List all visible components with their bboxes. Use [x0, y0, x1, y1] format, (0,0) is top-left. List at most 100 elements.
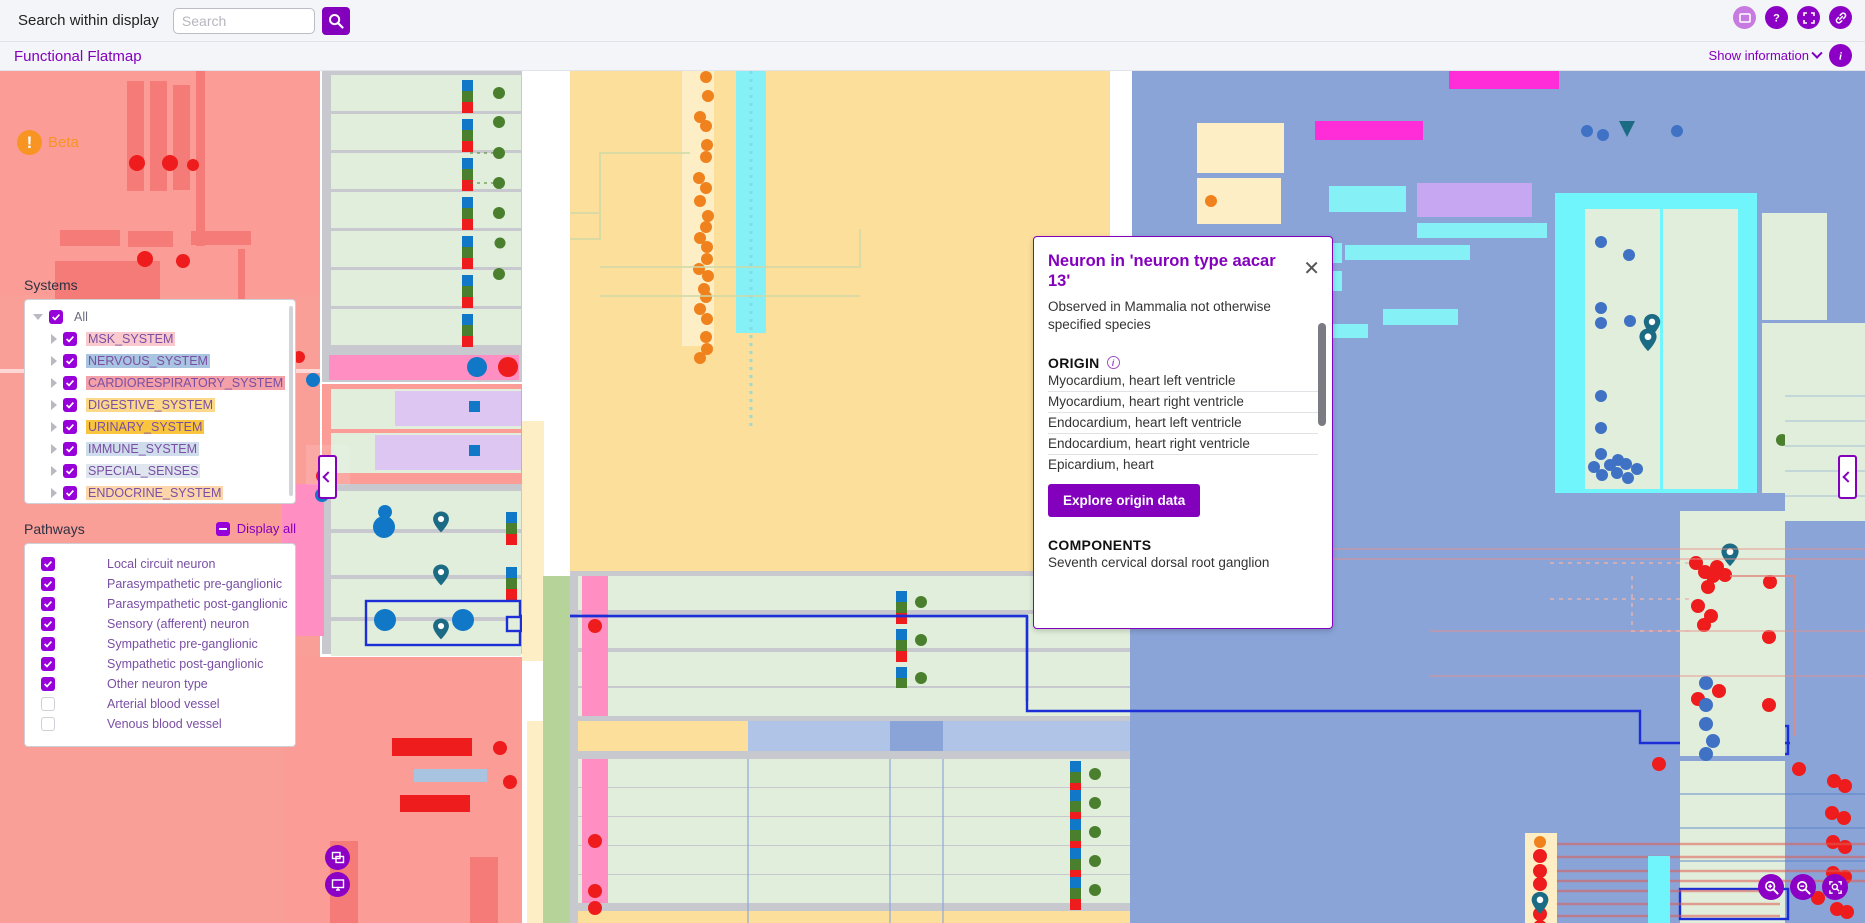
pathway-item[interactable]: Sympathetic pre-ganglionic	[25, 634, 295, 654]
search-submit-button[interactable]	[321, 6, 350, 35]
zoom-out-button[interactable]	[1790, 874, 1816, 900]
display-all-toggle[interactable]: Display all	[215, 521, 296, 536]
checkbox-system[interactable]	[63, 420, 77, 434]
chevron-right-icon[interactable]	[51, 422, 57, 432]
pathway-item[interactable]: Sympathetic post-ganglionic	[25, 654, 295, 674]
checkbox-system[interactable]	[63, 354, 77, 368]
components-heading: COMPONENTS	[1048, 536, 1152, 553]
systems-scrollbar[interactable]	[289, 306, 293, 496]
neuron-info-popup[interactable]: Neuron in 'neuron type aacar 13' ✕ Obser…	[1033, 236, 1333, 629]
pathway-item[interactable]: Sensory (afferent) neuron	[25, 614, 295, 634]
minimap-button[interactable]	[325, 872, 350, 897]
pathway-item[interactable]: Local circuit neuron	[25, 554, 295, 574]
pathway-label: Parasympathetic pre-ganglionic	[107, 577, 283, 591]
checkbox-system[interactable]	[63, 332, 77, 346]
flatmap-app: Search within display ?	[0, 0, 1865, 923]
systems-item[interactable]: ENDOCRINE_SYSTEM	[25, 482, 295, 503]
checkbox-pathway[interactable]	[41, 677, 55, 691]
chevron-right-icon[interactable]	[51, 488, 57, 498]
checkbox-system[interactable]	[63, 464, 77, 478]
chevron-down-icon[interactable]	[33, 314, 43, 320]
systems-item[interactable]: CARDIORESPIRATORY_SYSTEM	[25, 372, 295, 394]
collapse-left-panel-handle[interactable]	[318, 455, 337, 499]
systems-item-list: MSK_SYSTEM NERVOUS_SYSTEM CARDIORESPIRATOR…	[25, 328, 295, 503]
chevron-right-icon[interactable]	[51, 400, 57, 410]
systems-item-label: NERVOUS_SYSTEM	[86, 354, 210, 368]
display-all-label: Display all	[236, 521, 296, 536]
component-item: Seventh cervical dorsal root ganglion	[1048, 554, 1270, 570]
systems-tree[interactable]: All MSK_SYSTEM NERVOUS_SYSTEM CARDIORESPIR…	[24, 299, 296, 504]
checkbox-pathway[interactable]	[41, 597, 55, 611]
pathway-item[interactable]: Parasympathetic post-ganglionic	[25, 594, 295, 614]
checkbox-pathway[interactable]	[41, 657, 55, 671]
pathway-label: Other neuron type	[107, 677, 208, 691]
fit-to-view-button[interactable]	[1822, 874, 1848, 900]
systems-item-label: DIGESTIVE_SYSTEM	[86, 398, 216, 412]
layers-button[interactable]	[325, 845, 350, 870]
chevron-right-icon[interactable]	[51, 378, 57, 388]
origin-item: Myocardium, heart right ventricle	[1048, 392, 1318, 413]
pathway-item[interactable]: Venous blood vessel	[25, 714, 295, 734]
info-icon[interactable]: i	[1829, 44, 1852, 67]
svg-text:?: ?	[1773, 12, 1780, 24]
link-icon[interactable]	[1829, 6, 1852, 29]
checkbox-system[interactable]	[63, 486, 77, 500]
origin-info-icon[interactable]: i	[1106, 356, 1120, 370]
chevron-left-icon	[1841, 471, 1854, 483]
origin-item: Epicardium, heart	[1048, 456, 1154, 472]
checkbox-all[interactable]	[49, 310, 63, 324]
checkbox-pathway[interactable]	[41, 697, 55, 711]
chevron-right-icon[interactable]	[51, 466, 57, 476]
chevron-left-icon	[321, 471, 334, 483]
systems-tree-root[interactable]: All	[25, 306, 295, 328]
systems-item[interactable]: MSK_SYSTEM	[25, 328, 295, 350]
checkbox-pathway[interactable]	[41, 557, 55, 571]
popup-scrollbar[interactable]	[1318, 323, 1326, 426]
checkbox-pathway[interactable]	[41, 617, 55, 631]
chevron-down-icon	[1811, 47, 1823, 59]
systems-item-label: CARDIORESPIRATORY_SYSTEM	[86, 376, 286, 390]
systems-item[interactable]: URINARY_SYSTEM	[25, 416, 295, 438]
help-icon[interactable]: ?	[1765, 6, 1788, 29]
flatmap-title-bar: Functional Flatmap Show information i	[0, 42, 1865, 71]
chevron-right-icon[interactable]	[51, 334, 57, 344]
search-input[interactable]	[172, 7, 315, 34]
checkbox-system[interactable]	[63, 376, 77, 390]
minimap-icon	[331, 878, 344, 891]
checkbox-display-all[interactable]	[215, 521, 230, 536]
pathway-label: Sensory (afferent) neuron	[107, 617, 250, 631]
pathway-label: Sympathetic post-ganglionic	[107, 657, 264, 671]
pathways-legend[interactable]: Local circuit neuron Parasympathetic pre-…	[24, 543, 296, 747]
search-bar: Search within display ?	[0, 0, 1865, 42]
checkbox-pathway[interactable]	[41, 637, 55, 651]
systems-item[interactable]: SPECIAL_SENSES	[25, 460, 295, 482]
show-information-toggle[interactable]: Show information	[1709, 47, 1823, 63]
fit-to-view-icon	[1828, 880, 1842, 894]
pathway-item[interactable]: Other neuron type	[25, 674, 295, 694]
checkbox-system[interactable]	[63, 398, 77, 412]
systems-item[interactable]: IMMUNE_SYSTEM	[25, 438, 295, 460]
search-icon	[328, 13, 344, 29]
pathway-item[interactable]: Arterial blood vessel	[25, 694, 295, 714]
explore-origin-data-button[interactable]: Explore origin data	[1048, 483, 1201, 517]
display-icon[interactable]	[1733, 6, 1756, 29]
checkbox-system[interactable]	[63, 442, 77, 456]
collapse-right-panel-handle[interactable]	[1838, 455, 1857, 499]
zoom-in-button[interactable]	[1758, 874, 1784, 900]
zoom-in-icon	[1764, 880, 1779, 895]
systems-item-label: ENDOCRINE_SYSTEM	[86, 486, 224, 500]
fullscreen-icon[interactable]	[1797, 6, 1820, 29]
origin-heading: ORIGIN	[1048, 354, 1100, 371]
components-list: Seventh cervical dorsal root ganglion	[1048, 553, 1318, 573]
chevron-right-icon[interactable]	[51, 356, 57, 366]
checkbox-pathway[interactable]	[41, 717, 55, 731]
pathways-item-list: Local circuit neuron Parasympathetic pre-…	[25, 554, 295, 734]
chevron-right-icon[interactable]	[51, 444, 57, 454]
close-icon[interactable]: ✕	[1303, 259, 1320, 279]
pathway-label: Sympathetic pre-ganglionic	[107, 637, 258, 651]
pathway-item[interactable]: Parasympathetic pre-ganglionic	[25, 574, 295, 594]
systems-item-label: MSK_SYSTEM	[86, 332, 176, 346]
checkbox-pathway[interactable]	[41, 577, 55, 591]
systems-item[interactable]: NERVOUS_SYSTEM	[25, 350, 295, 372]
systems-item[interactable]: DIGESTIVE_SYSTEM	[25, 394, 295, 416]
